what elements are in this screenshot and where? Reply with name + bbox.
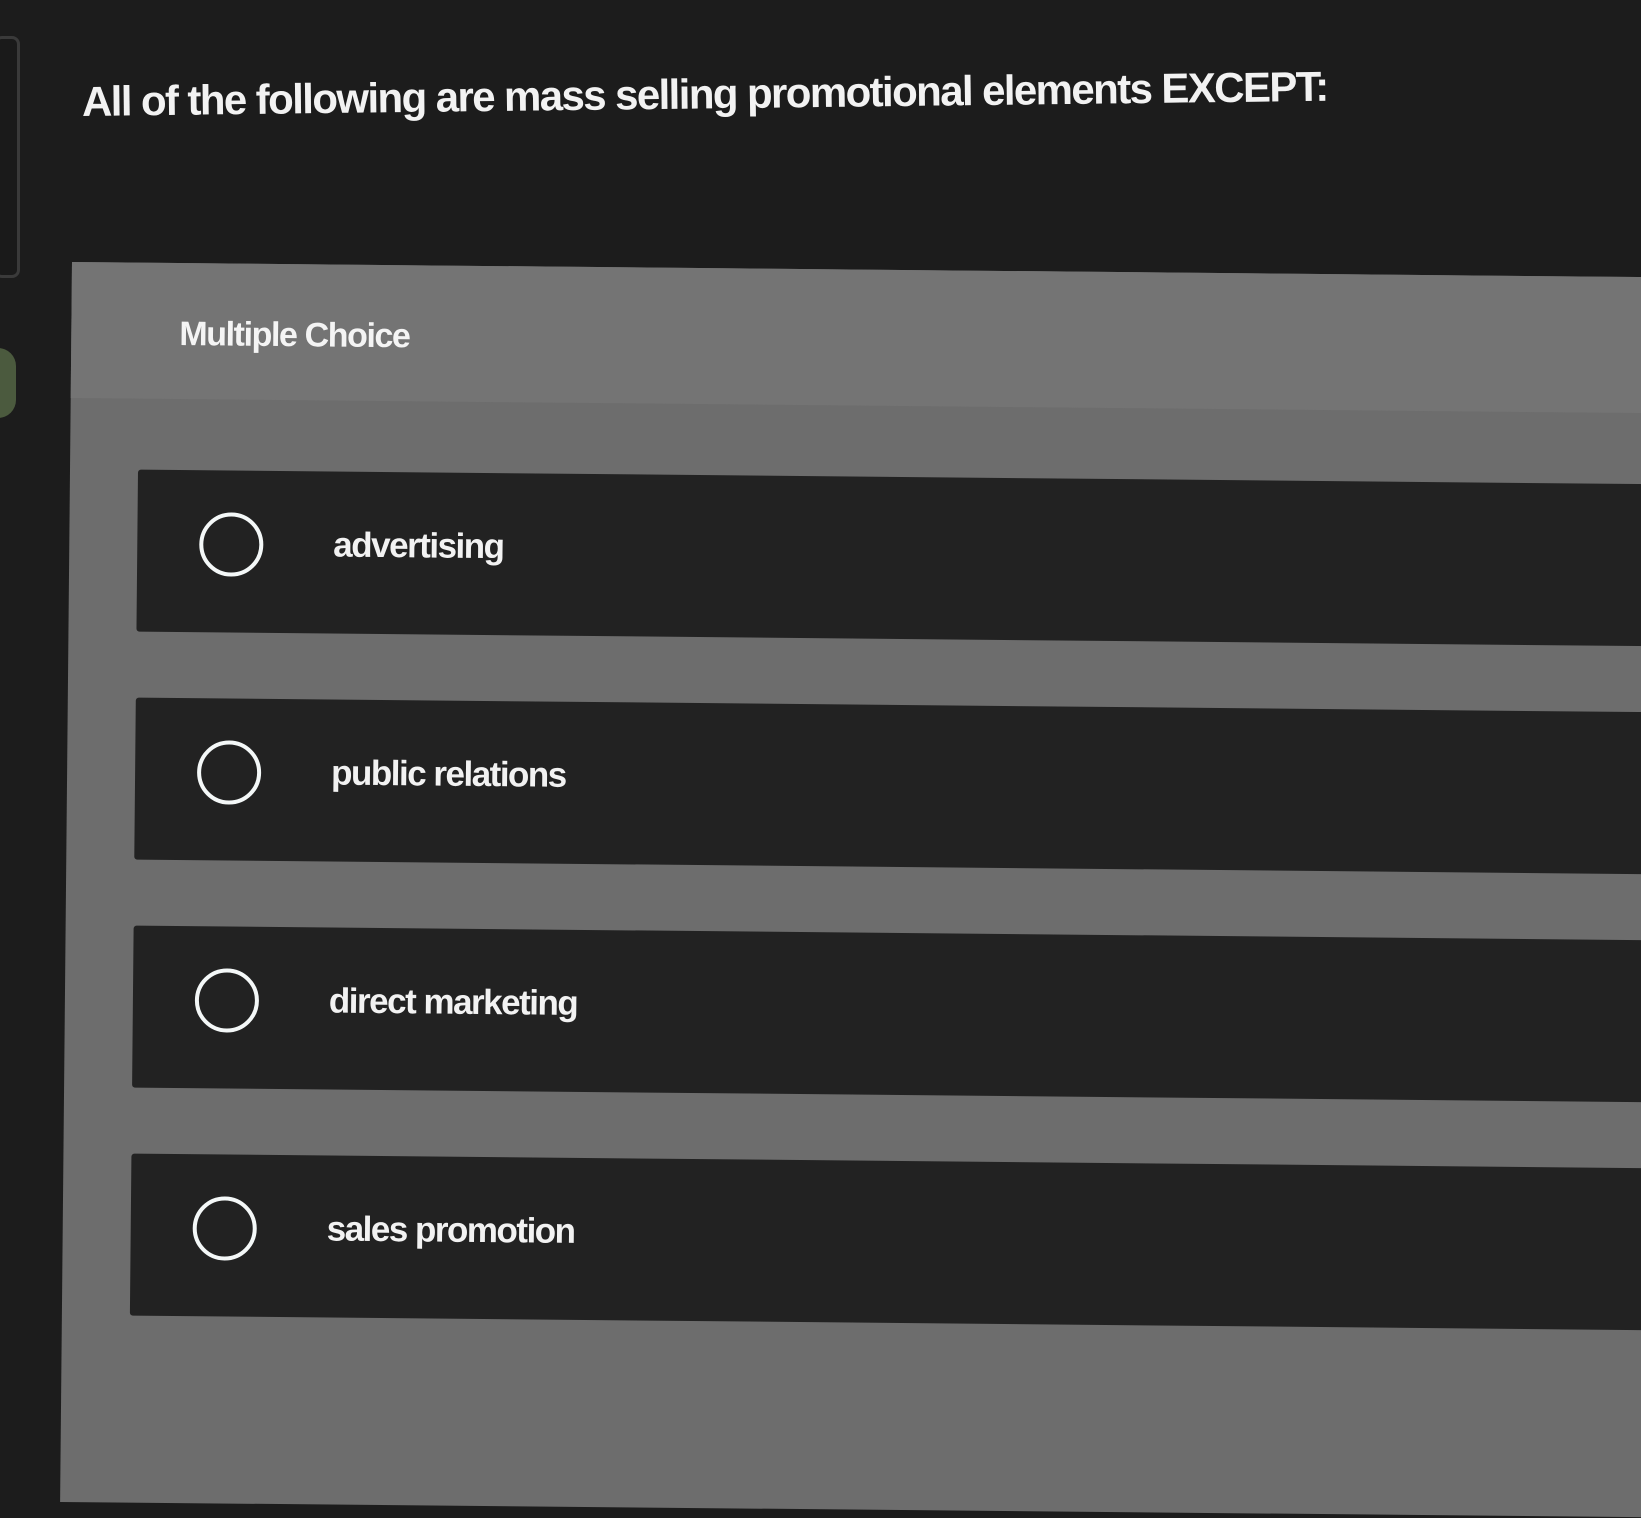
answer-option-public-relations[interactable]: public relations [134, 697, 1641, 875]
answer-option-label: public relations [330, 753, 566, 795]
answer-option-label: direct marketing [328, 981, 578, 1023]
answer-panel: Multiple Choice advertising public relat… [60, 262, 1641, 1518]
answer-option-label: advertising [333, 525, 504, 567]
left-edge-frame [0, 36, 20, 278]
radio-button-icon[interactable] [194, 968, 260, 1033]
answer-option-direct-marketing[interactable]: direct marketing [132, 925, 1641, 1103]
panel-header: Multiple Choice [70, 262, 1641, 414]
answer-option-sales-promotion[interactable]: sales promotion [129, 1153, 1641, 1331]
radio-button-icon[interactable] [196, 740, 262, 805]
answer-option-advertising[interactable]: advertising [136, 469, 1641, 647]
left-edge-indicator [0, 348, 16, 418]
question-text: All of the following are mass selling pr… [81, 62, 1328, 125]
radio-button-icon[interactable] [198, 512, 264, 577]
answer-option-label: sales promotion [326, 1209, 575, 1251]
question-type-label: Multiple Choice [179, 315, 410, 356]
radio-button-icon[interactable] [192, 1196, 258, 1261]
